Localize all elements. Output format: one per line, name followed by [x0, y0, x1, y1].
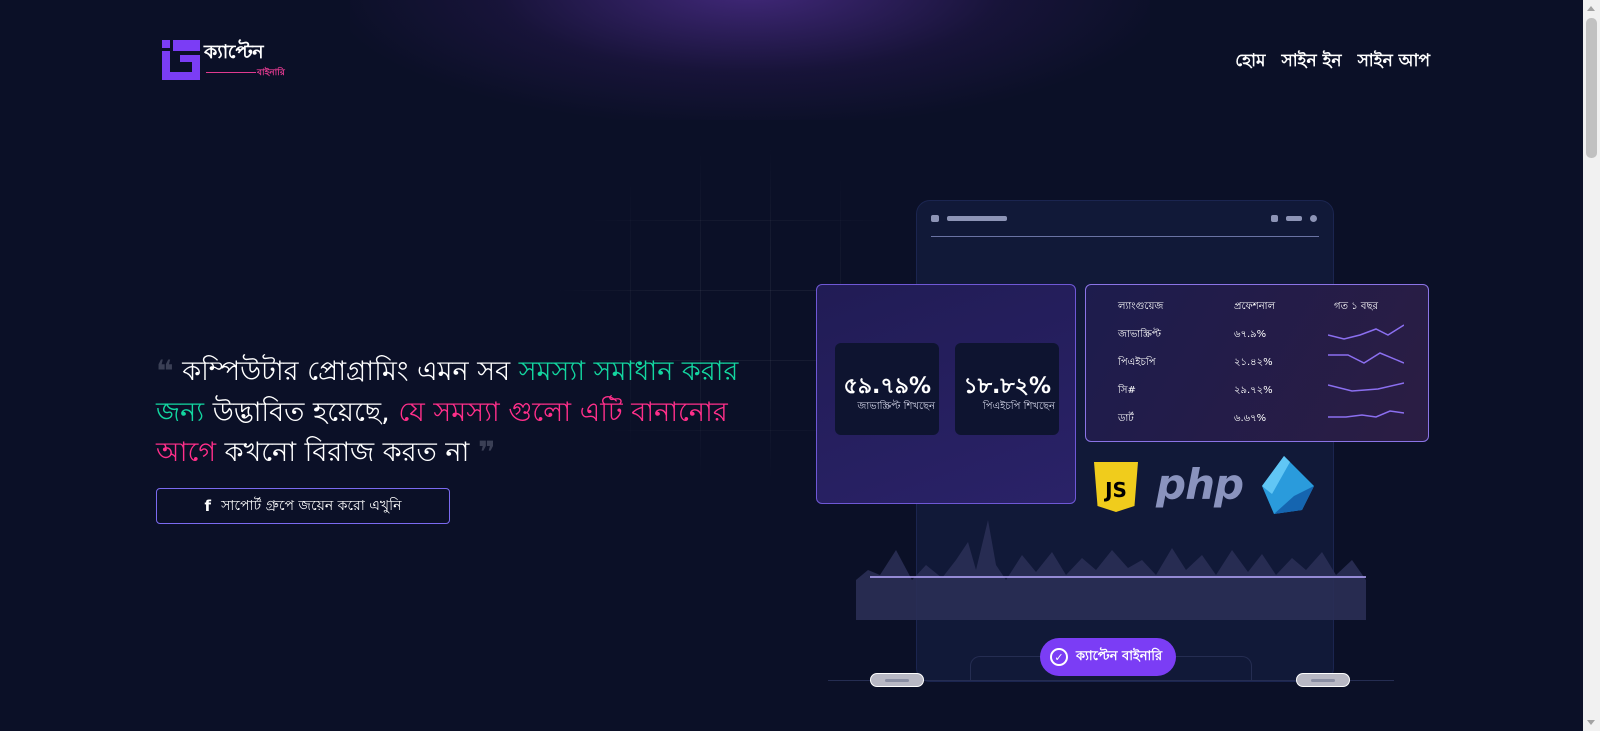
- column-header: গত ১ বছর: [1334, 301, 1379, 312]
- quote-open-icon: ❝: [156, 354, 174, 390]
- javascript-logo-icon: JS: [1094, 462, 1138, 512]
- browser-divider: [931, 236, 1319, 237]
- hero-quote: ❝ কম্পিউটার প্রোগ্রামিং এমন সব সমস্যা সম…: [156, 352, 756, 473]
- browser-control-icon: [1271, 215, 1278, 222]
- php-logo-icon: php: [1156, 460, 1244, 509]
- stat-javascript: ৫৯.৭৯% জাভাস্ক্রিপ্ট শিখছেন: [835, 343, 939, 435]
- slider-pill: [870, 673, 924, 687]
- check-circle-icon: ✓: [1050, 648, 1068, 666]
- page-scrollbar[interactable]: [1583, 0, 1600, 731]
- brand-logo[interactable]: ক্যাপ্টেন বাইনারি: [162, 38, 297, 84]
- language-value: ৬.৬৭%: [1234, 413, 1267, 424]
- top-glow: [350, 0, 1150, 120]
- main-nav: হোম সাইন ইন সাইন আপ: [1235, 48, 1430, 76]
- dart-logo-icon: [1262, 456, 1314, 514]
- language-name: সি#: [1118, 385, 1136, 396]
- scroll-thumb[interactable]: [1586, 18, 1597, 158]
- sparkline: [1328, 382, 1404, 392]
- scroll-down-icon[interactable]: [1587, 720, 1595, 725]
- browser-logo-icon: [931, 215, 939, 222]
- tech-logos: JS php: [1094, 456, 1314, 522]
- quote-close-icon: ❞: [477, 435, 496, 470]
- area-wave-chart: [856, 520, 1366, 620]
- hero-text-1: কম্পিউটার প্রোগ্রামিং এমন সব: [182, 356, 519, 387]
- stats-card: ৫৯.৭৯% জাভাস্ক্রিপ্ট শিখছেন ১৮.৮২% পিএইচ…: [816, 284, 1076, 504]
- sparkline: [1328, 324, 1404, 340]
- sparkline: [1328, 352, 1404, 364]
- brand-subtitle: বাইনারি: [257, 68, 285, 78]
- browser-control-icon: [1310, 215, 1317, 222]
- stat-label: জাভাস্ক্রিপ্ট শিখছেন: [857, 401, 935, 412]
- brand-name: ক্যাপ্টেন: [204, 41, 264, 63]
- brand-underline: [206, 72, 256, 73]
- browser-control-icon: [1286, 216, 1302, 221]
- nav-home-link[interactable]: হোম: [1235, 48, 1265, 76]
- language-value: ৬৭.৯%: [1234, 329, 1267, 340]
- nav-signup-link[interactable]: সাইন আপ: [1358, 48, 1430, 76]
- hero-text-3: উদ্ভাবিত হয়েছে,: [204, 396, 399, 428]
- badge-label: ক্যাপ্টেন বাইনারি: [1076, 648, 1163, 664]
- language-name: পিএইচপি: [1118, 357, 1156, 368]
- hero-text-5: কখনো বিরাজ করত না: [216, 436, 478, 468]
- slider-pill: [1296, 673, 1350, 687]
- language-value: ২৯.৭২%: [1234, 385, 1273, 396]
- support-button-label: সাপোর্ট গ্রুপে জয়েন করো এখুনি: [221, 498, 402, 514]
- column-header: ল্যাংগুয়েজ: [1118, 301, 1164, 312]
- language-name: ডার্ট: [1118, 413, 1134, 424]
- support-group-button[interactable]: f সাপোর্ট গ্রুপে জয়েন করো এখুনি: [156, 488, 450, 524]
- browser-url-placeholder: [947, 216, 1007, 221]
- logo-mark-icon: [162, 40, 200, 80]
- facebook-icon: f: [204, 497, 212, 515]
- language-name: জাভাস্ক্রিপ্ট: [1118, 329, 1162, 340]
- scroll-up-icon[interactable]: [1587, 6, 1595, 11]
- sparkline: [1328, 410, 1404, 418]
- stat-php: ১৮.৮২% পিএইচপি শিখছেন: [955, 343, 1059, 435]
- stat-label: পিএইচপি শিখছেন: [982, 401, 1055, 412]
- language-value: ২১.৪২%: [1234, 357, 1273, 368]
- column-header: প্রফেশনাল: [1234, 301, 1276, 312]
- nav-signin-link[interactable]: সাইন ইন: [1282, 48, 1342, 76]
- captain-binary-badge[interactable]: ✓ ক্যাপ্টেন বাইনারি: [1040, 638, 1177, 676]
- languages-table: ল্যাংগুয়েজ প্রফেশনাল গত ১ বছর জাভাস্ক্র…: [1085, 284, 1429, 442]
